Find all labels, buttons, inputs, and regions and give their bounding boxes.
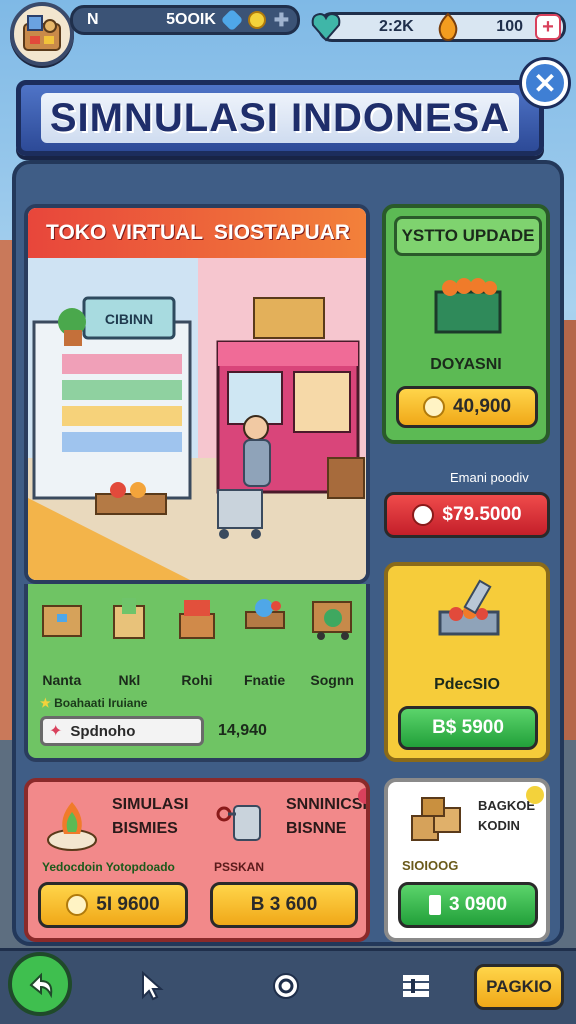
sim2-note: PSSKAN	[214, 860, 265, 874]
box-icon	[41, 605, 82, 637]
store-item-label: Rohi	[181, 672, 213, 688]
crate-oranges-icon	[434, 278, 502, 334]
sim1-title-line1: SIMULASI	[112, 796, 189, 813]
sim1-price: 5I 9600	[96, 894, 160, 915]
resource-bar: 2:2K 100 +	[311, 12, 566, 42]
store-item-label: Nanta	[42, 672, 82, 688]
cart-icon	[312, 601, 353, 640]
notification-dot	[358, 788, 366, 804]
equipment-buy-button[interactable]: B$ 5900	[398, 706, 538, 750]
page-title: SIMNULASI INDONESA	[49, 95, 511, 140]
scale-tray-icon	[438, 579, 500, 636]
coin-icon	[412, 504, 435, 526]
close-icon: ✕	[533, 67, 557, 99]
package-price: 3 0900	[448, 894, 508, 915]
add-energy-button[interactable]: +	[535, 14, 561, 40]
package-note: SIOIOOG	[402, 858, 459, 873]
sim2-price: B 3 600	[250, 894, 318, 915]
package-card: BAGKOE KODIN SIOIOOG 3 0900	[384, 778, 550, 942]
sim2-title-line2: BISNNE	[286, 820, 347, 837]
store-sub-note-text: Boahaati Iruiane	[54, 696, 148, 710]
special-offer-button[interactable]: $79.5000	[384, 492, 550, 538]
menu-icon	[403, 975, 429, 997]
action-button[interactable]: PAGKIO	[474, 964, 564, 1010]
cursor-icon	[142, 970, 164, 1001]
refresh-icon	[273, 973, 299, 999]
equipment-label: PdecSIO	[434, 676, 500, 693]
back-arrow-icon	[29, 972, 53, 999]
coin-icon	[247, 11, 266, 29]
star-badge-icon: ✦	[49, 723, 63, 740]
simulation-card: SIMULASI BISMIES SNNINICSI BISNNE Yedocd…	[24, 778, 370, 942]
store-scene[interactable]: CIBINN	[28, 258, 368, 584]
package-title-line2: KODIN	[478, 818, 520, 833]
player-avatar[interactable]	[10, 2, 74, 66]
star-icon: ★	[40, 696, 51, 710]
upgrade-buy-button[interactable]: 40,900	[396, 386, 538, 428]
store-item-label: Nkl	[118, 672, 141, 688]
store-item[interactable]	[301, 592, 363, 678]
gem-count: 2:2K	[379, 18, 414, 35]
equipment-card: PdecSIO B$ 5900	[384, 562, 550, 762]
energy-icon	[434, 12, 462, 42]
coin-icon	[66, 894, 89, 916]
store-card: TOKO VIRTUAL SIOSTAPUAR CIBINN	[24, 204, 370, 584]
store-total: 14,940	[218, 722, 267, 739]
store-item[interactable]	[31, 592, 93, 678]
energy-count: 100	[496, 18, 523, 35]
store-search-value: Spdnoho	[70, 722, 136, 740]
heart-shield-icon	[309, 9, 343, 43]
refresh-button[interactable]	[256, 956, 316, 1016]
package-title-line1: BAGKOE	[478, 798, 536, 813]
shop-sign: CIBINN	[105, 311, 153, 327]
store-item-label: Sognn	[310, 672, 354, 688]
notification-dot	[526, 786, 544, 804]
fire-bowl-icon	[47, 802, 97, 851]
store-item-label: Fnatie	[243, 672, 286, 688]
equipment-price: B$ 5900	[432, 717, 504, 738]
bag-icon	[113, 598, 146, 639]
stall-icon	[244, 599, 285, 629]
diamond-icon	[220, 8, 244, 32]
store-item-labels: Nanta Nkl Rohi Fnatie Sognn	[28, 672, 366, 688]
add-coins-icon[interactable]: ✚	[274, 10, 289, 31]
special-caption: Emani poodiv	[450, 470, 529, 485]
boxes-icon	[411, 797, 461, 841]
cursor-button[interactable]	[122, 956, 182, 1016]
ticket-icon	[428, 895, 441, 915]
store-search-field[interactable]: ✦ Spdnoho	[40, 716, 204, 746]
crate-icon	[178, 600, 215, 639]
menu-button[interactable]	[386, 956, 446, 1016]
package-buy-button[interactable]: 3 0900	[398, 882, 538, 928]
store-item[interactable]	[166, 592, 228, 678]
coin-icon	[422, 396, 445, 418]
special-price: $79.5000	[442, 504, 522, 525]
grinder-icon	[216, 805, 261, 841]
sim1-buy-button[interactable]: 5I 9600	[38, 882, 188, 928]
store-item[interactable]	[234, 592, 296, 678]
store-header[interactable]: TOKO VIRTUAL SIOSTAPUAR	[28, 208, 366, 258]
sim2-title-line1: SNNINICSI	[286, 796, 367, 813]
store-sub-note: ★ Boahaati Iruiane	[40, 696, 147, 710]
close-button[interactable]: ✕	[522, 60, 568, 106]
store-items-list	[28, 592, 366, 678]
title-banner: SIMNULASI INDONESA	[16, 80, 544, 156]
sim1-title-line2: BISMIES	[112, 820, 178, 837]
action-button-label: PAGKIO	[486, 977, 552, 996]
store-tab-virtual[interactable]: TOKO VIRTUAL	[46, 221, 203, 245]
upgrade-item-label: DOYASNI	[430, 356, 502, 373]
sim2-buy-button[interactable]: B 3 600	[210, 882, 358, 928]
back-button[interactable]	[8, 952, 72, 1016]
sim1-note: Yedocdoin Yotopdoado	[42, 860, 175, 874]
store-tab-other[interactable]: SIOSTAPUAR	[214, 221, 350, 245]
upgrade-price: 40,900	[452, 396, 512, 417]
upgrade-title: YSTTO UPDADE	[394, 216, 542, 256]
player-stat: N	[87, 11, 99, 28]
coin-count: 5OOIK	[166, 11, 216, 28]
store-items-panel: Nanta Nkl Rohi Fnatie Sognn ★ Boahaati I…	[24, 584, 370, 762]
store-item[interactable]	[98, 592, 160, 678]
upgrade-card: YSTTO UPDADE DOYASNI 40,900	[382, 204, 550, 444]
coin-bar: N 5OOIK ✚	[70, 5, 300, 35]
